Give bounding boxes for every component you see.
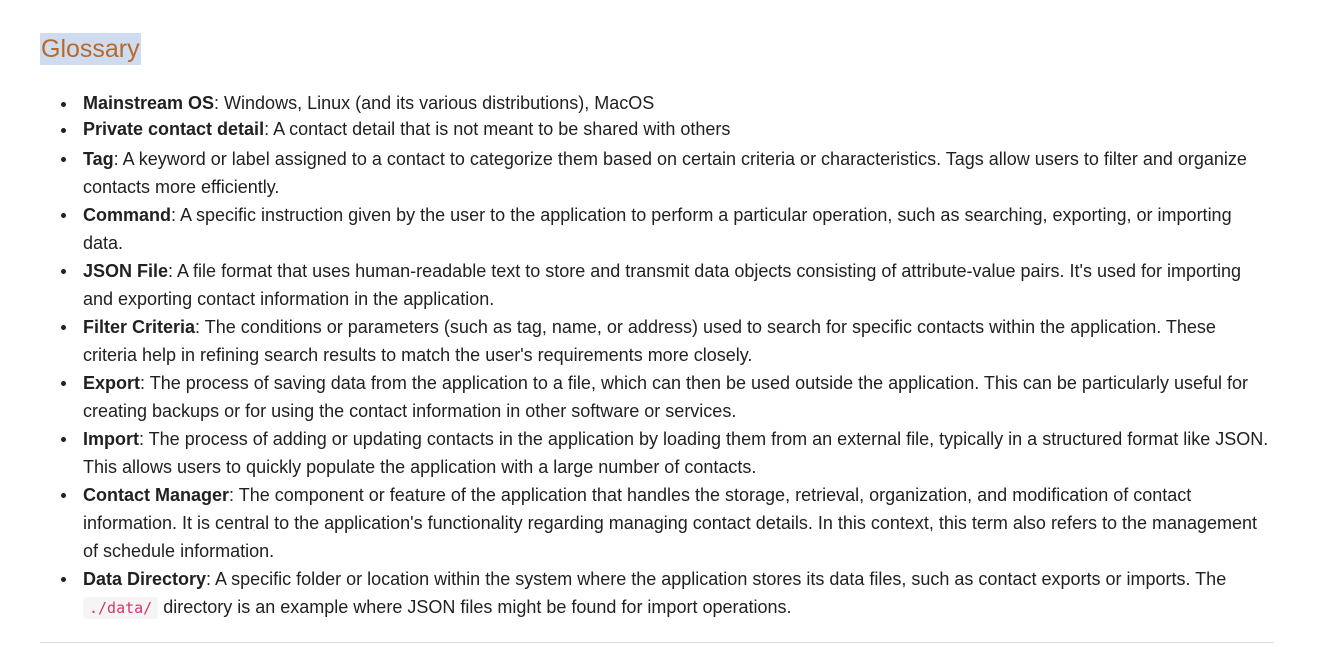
divider <box>40 642 1274 643</box>
glossary-term: Tag <box>83 149 114 169</box>
glossary-definition: : Windows, Linux (and its various distri… <box>214 93 655 113</box>
glossary-heading: Glossary <box>40 33 141 65</box>
glossary-entry: Contact Manager: The component or featur… <box>61 481 1274 565</box>
glossary-definition: : The conditions or parameters (such as … <box>83 317 1216 365</box>
glossary-term: Private contact detail <box>83 119 265 139</box>
glossary-definition: : A specific instruction given by the us… <box>83 205 1232 253</box>
glossary-definition: : The component or feature of the applic… <box>83 485 1258 561</box>
glossary-definition: : The process of adding or updating cont… <box>83 429 1269 477</box>
glossary-term: Import <box>83 429 139 449</box>
glossary-term: Filter Criteria <box>83 317 196 337</box>
glossary-definition: : A file format that uses human-readable… <box>83 261 1242 309</box>
glossary-list: Mainstream OS: Windows, Linux (and its v… <box>40 90 1274 622</box>
glossary-term: Command <box>83 205 172 225</box>
glossary-entry: Tag: A keyword or label assigned to a co… <box>61 145 1274 201</box>
glossary-definition: : A contact detail that is not meant to … <box>264 119 731 139</box>
glossary-definition: directory is an example where JSON files… <box>158 597 792 617</box>
glossary-term: JSON File <box>83 261 169 281</box>
glossary-entry: JSON File: A file format that uses human… <box>61 257 1274 313</box>
glossary-term: Export <box>83 373 141 393</box>
glossary-definition: : A keyword or label assigned to a conta… <box>83 149 1247 197</box>
glossary-definition: : The process of saving data from the ap… <box>83 373 1248 421</box>
glossary-term: Contact Manager <box>83 485 230 505</box>
glossary-term: Mainstream OS <box>83 93 215 113</box>
glossary-entry: Import: The process of adding or updatin… <box>61 425 1274 481</box>
glossary-entry: Export: The process of saving data from … <box>61 369 1274 425</box>
glossary-entry: Command: A specific instruction given by… <box>61 201 1274 257</box>
glossary-entry: Filter Criteria: The conditions or param… <box>61 313 1274 369</box>
glossary-entry: Private contact detail: A contact detail… <box>61 116 1274 142</box>
glossary-term: Data Directory <box>83 569 207 589</box>
glossary-entry: Mainstream OS: Windows, Linux (and its v… <box>61 90 1274 116</box>
data-directory-code: ./data/ <box>83 597 159 619</box>
glossary-definition: : A specific folder or location within t… <box>206 569 1227 589</box>
glossary-page: Glossary Mainstream OS: Windows, Linux (… <box>0 0 1274 622</box>
glossary-entry: Data Directory: A specific folder or loc… <box>61 565 1274 622</box>
